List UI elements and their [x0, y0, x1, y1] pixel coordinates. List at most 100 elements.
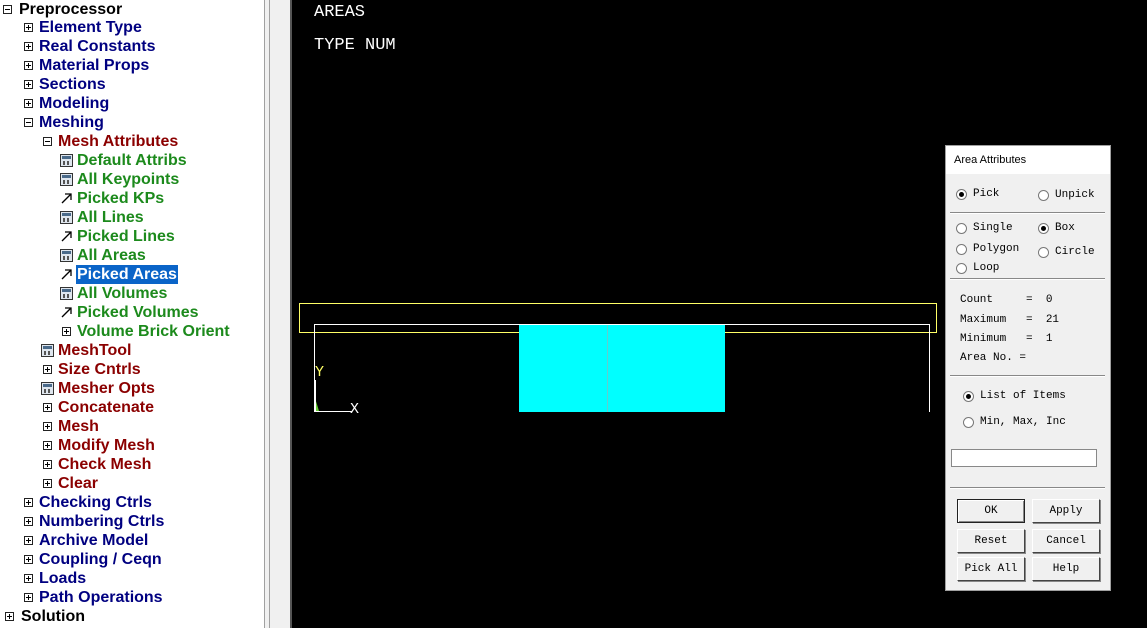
minimum-row: Minimum = 1: [960, 333, 1053, 345]
x-axis-label: X: [350, 401, 359, 418]
tree-item-label: All Volumes: [77, 285, 168, 302]
pick-arrow-icon: [61, 193, 72, 204]
tree-item-label: Picked Lines: [77, 228, 175, 245]
tree-item-label: Picked KPs: [77, 190, 165, 207]
collapse-icon[interactable]: [43, 137, 52, 146]
expand-icon[interactable]: [24, 498, 33, 507]
expand-icon[interactable]: [24, 593, 33, 602]
tree-item-label: Meshing: [39, 114, 104, 131]
count-label: Count: [960, 294, 994, 306]
tree-item-label: Sections: [39, 76, 106, 93]
separator: [950, 212, 1105, 214]
expand-icon[interactable]: [24, 42, 33, 51]
expand-icon[interactable]: [43, 460, 52, 469]
expand-icon[interactable]: [24, 574, 33, 583]
list-of-items-label: List of Items: [980, 390, 1066, 402]
maximum-label: Maximum: [960, 314, 1007, 326]
box-label: Box: [1055, 222, 1075, 234]
expand-icon[interactable]: [43, 422, 52, 431]
cancel-button[interactable]: Cancel: [1032, 529, 1100, 553]
item-list-input[interactable]: [951, 449, 1097, 467]
single-label: Single: [973, 222, 1013, 234]
area-attributes-dialog: Area Attributes Pick Unpick Single Box P…: [945, 145, 1111, 591]
splitter-edge: [264, 0, 265, 628]
y-axis-label: Y: [315, 364, 324, 381]
unpick-label: Unpick: [1055, 189, 1095, 201]
tree-margin: [247, 0, 264, 628]
loop-label: Loop: [973, 262, 1000, 274]
ok-button[interactable]: OK: [957, 499, 1025, 523]
tree-item-label: Concatenate: [58, 399, 155, 416]
help-button[interactable]: Help: [1032, 557, 1100, 581]
radio-icon: [1038, 190, 1049, 201]
radio-icon: [963, 417, 974, 428]
tree-item-label: Real Constants: [39, 38, 156, 55]
picked-area[interactable]: [519, 325, 725, 412]
expand-icon[interactable]: [43, 403, 52, 412]
expand-icon[interactable]: [62, 327, 71, 336]
expand-icon[interactable]: [43, 441, 52, 450]
radio-icon: [956, 263, 967, 274]
tree-item-label: MeshTool: [58, 342, 132, 359]
pick-arrow-icon: [61, 269, 72, 280]
tree-item-label: Size Cntrls: [58, 361, 141, 378]
tree-item-label: Solution: [21, 608, 85, 625]
reset-button[interactable]: Reset: [957, 529, 1025, 553]
dialog-table-icon: [41, 344, 54, 357]
tree-item-label: Picked Volumes: [77, 304, 199, 321]
separator: [950, 487, 1105, 489]
apply-button[interactable]: Apply: [1032, 499, 1100, 523]
expand-icon[interactable]: [24, 536, 33, 545]
area-no-row: Area No. =: [960, 352, 1033, 364]
dialog-table-icon: [60, 287, 73, 300]
tree-item-label: Checking Ctrls: [39, 494, 152, 511]
panel-splitter[interactable]: [264, 0, 292, 628]
pick-label: Pick: [973, 188, 1000, 200]
expand-icon[interactable]: [24, 61, 33, 70]
main-menu-tree: Preprocessor Element Type Real Constants…: [0, 0, 247, 628]
tree-item-label: Modeling: [39, 95, 110, 112]
dialog-table-icon: [60, 249, 73, 262]
radio-icon: [956, 244, 967, 255]
tree-item-label: Mesh Attributes: [58, 133, 179, 150]
collapse-icon[interactable]: [24, 118, 33, 127]
collapse-icon[interactable]: [3, 5, 12, 14]
pick-arrow-icon: [61, 307, 72, 318]
radio-icon: [1038, 223, 1049, 234]
tree-item-label: Modify Mesh: [58, 437, 155, 454]
tree-item-label: All Keypoints: [77, 171, 180, 188]
polygon-label: Polygon: [973, 243, 1020, 255]
tree-item-label: All Areas: [77, 247, 146, 264]
maximum-row: Maximum = 21: [960, 314, 1060, 326]
dialog-table-icon: [60, 154, 73, 167]
expand-icon[interactable]: [43, 479, 52, 488]
tree-item-label: Numbering Ctrls: [39, 513, 165, 530]
expand-icon[interactable]: [43, 365, 52, 374]
pick-all-button[interactable]: Pick All: [957, 557, 1025, 581]
separator: [950, 278, 1105, 280]
radio-icon: [963, 391, 974, 402]
expand-icon[interactable]: [24, 555, 33, 564]
radio-icon: [956, 223, 967, 234]
radio-icon: [1038, 247, 1049, 258]
tree-item-label: Coupling / Ceqn: [39, 551, 162, 568]
radio-icon: [956, 189, 967, 200]
expand-icon[interactable]: [24, 99, 33, 108]
expand-icon[interactable]: [24, 23, 33, 32]
tree-item-label: Mesh: [58, 418, 99, 435]
tree-item-label: Picked Areas: [76, 265, 178, 284]
pick-arrow-icon: [61, 231, 72, 242]
tree-item-label: Loads: [39, 570, 87, 587]
expand-icon[interactable]: [24, 80, 33, 89]
tree-item-label: Path Operations: [39, 589, 163, 606]
expand-icon[interactable]: [5, 612, 14, 621]
tree-item-label: Archive Model: [39, 532, 149, 549]
tree-item-label: Clear: [58, 475, 99, 492]
tree-item-label: Element Type: [39, 19, 142, 36]
tree-item-label: Volume Brick Orient: [77, 323, 230, 340]
min-max-inc-label: Min, Max, Inc: [980, 416, 1066, 428]
splitter-edge: [269, 0, 270, 628]
expand-icon[interactable]: [24, 517, 33, 526]
count-value: 0: [1045, 294, 1053, 306]
tree-item-label: Material Props: [39, 57, 150, 74]
